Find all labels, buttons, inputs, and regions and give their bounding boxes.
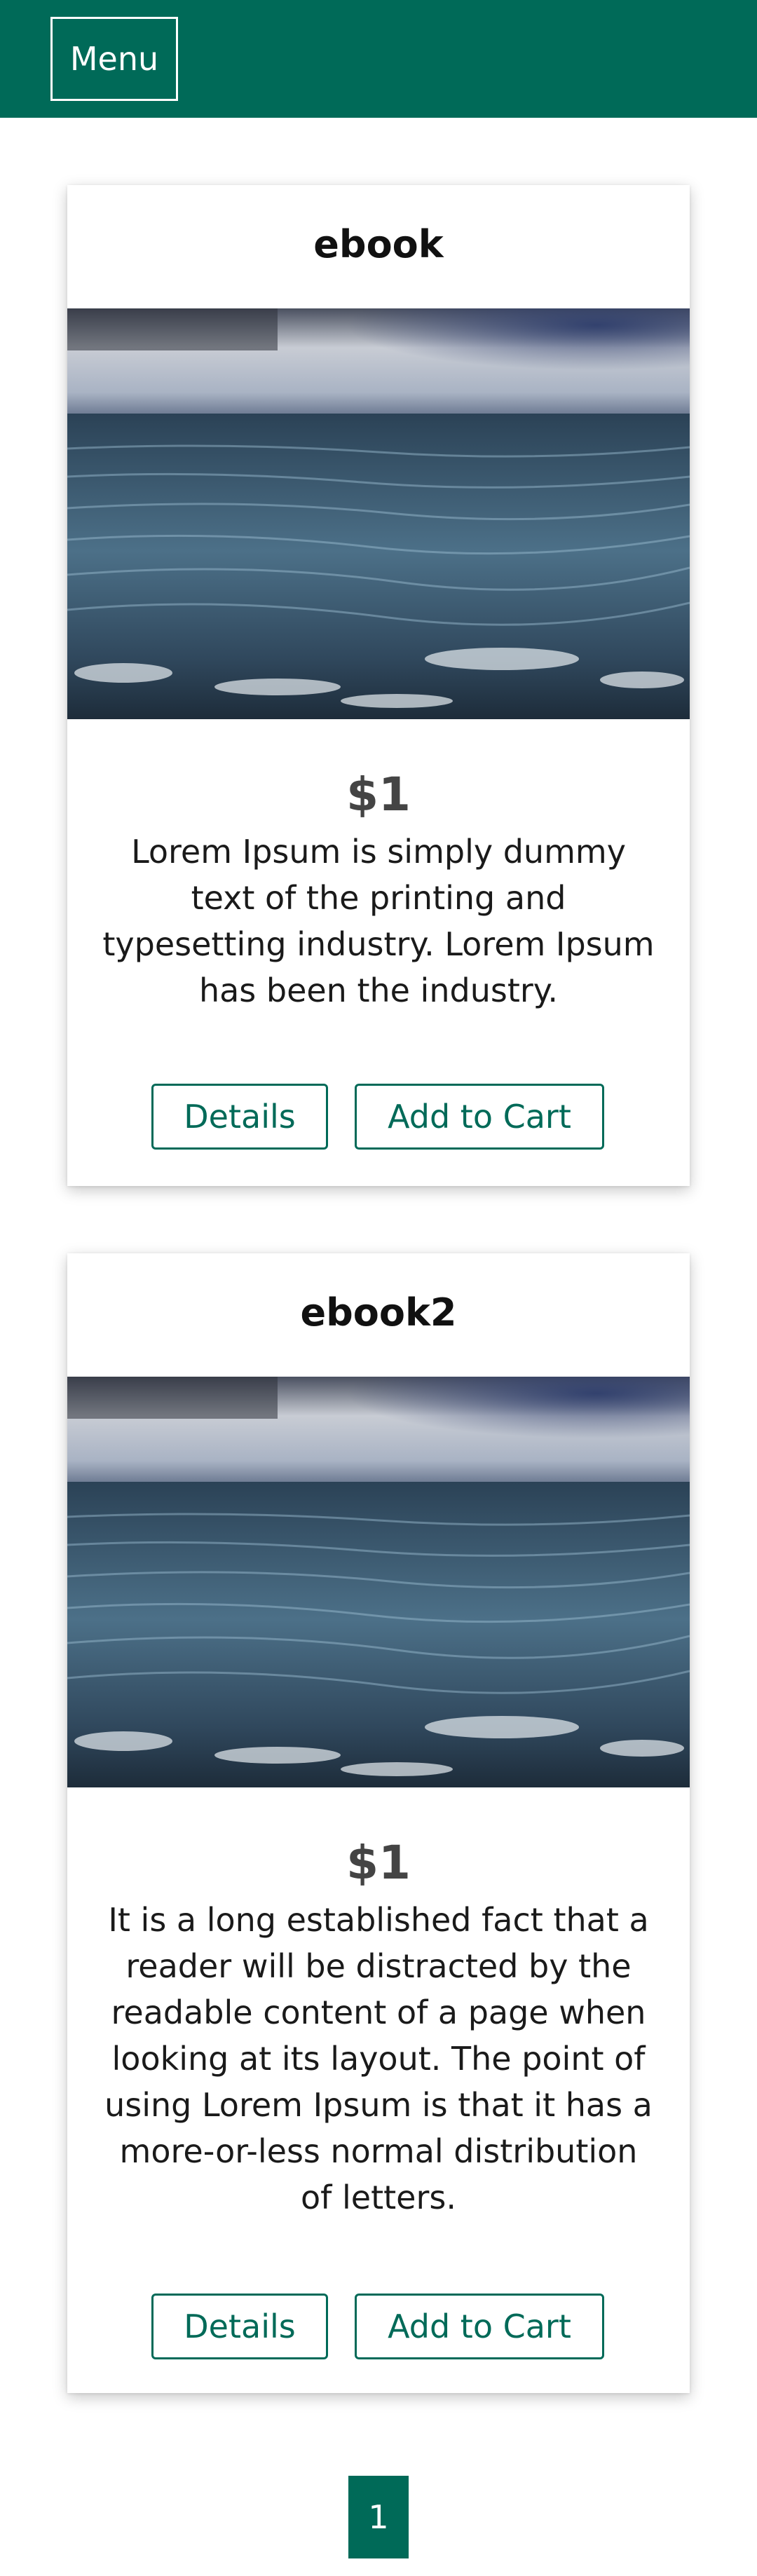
sea-photo bbox=[67, 308, 690, 719]
details-button[interactable]: Details bbox=[151, 1084, 328, 1150]
sea-photo bbox=[67, 1377, 690, 1787]
add-to-cart-button[interactable]: Add to Cart bbox=[355, 1084, 604, 1150]
product-price: $1 bbox=[346, 768, 411, 822]
product-card: ebook $1 Lorem Ipsum is simply dummy tex… bbox=[67, 185, 690, 1186]
menu-button[interactable]: Menu bbox=[50, 17, 178, 101]
product-price: $1 bbox=[346, 1836, 411, 1890]
details-button[interactable]: Details bbox=[151, 2294, 328, 2359]
pagination-page-1[interactable]: 1 bbox=[348, 2476, 409, 2558]
product-title: ebook bbox=[313, 222, 444, 266]
product-description: Lorem Ipsum is simply dummy text of the … bbox=[102, 833, 655, 1009]
product-description: It is a long established fact that a rea… bbox=[104, 1901, 653, 2216]
product-title: ebook2 bbox=[300, 1290, 457, 1335]
top-navbar: Menu bbox=[0, 0, 757, 118]
add-to-cart-button[interactable]: Add to Cart bbox=[355, 2294, 604, 2359]
product-card: ebook2 $1 It is a long established fact … bbox=[67, 1253, 690, 2393]
